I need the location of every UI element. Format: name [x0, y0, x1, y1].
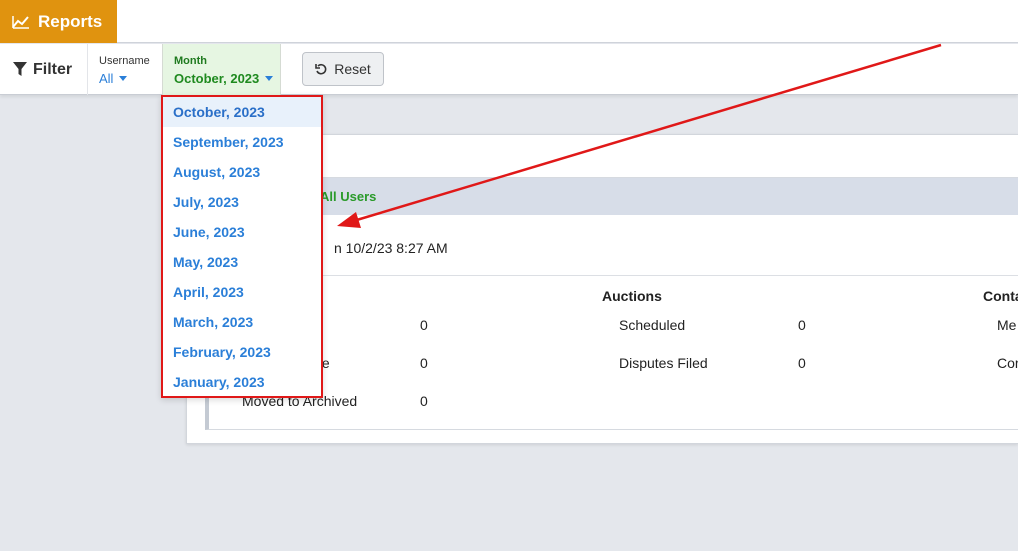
undo-icon — [315, 63, 327, 75]
username-filter[interactable]: Username All — [88, 44, 161, 95]
stat-label: Disputes Filed — [619, 355, 708, 371]
stat-value: 0 — [798, 355, 806, 371]
month-value[interactable]: October, 2023 — [174, 71, 280, 86]
auctions-heading: Auctions — [602, 288, 662, 304]
month-option[interactable]: April, 2023 — [163, 277, 321, 307]
chevron-down-icon — [265, 76, 274, 81]
top-bar: Reports — [0, 0, 1018, 43]
chart-line-icon — [12, 15, 29, 29]
reset-button[interactable]: Reset — [302, 52, 384, 86]
filter-label: Filter — [0, 44, 88, 95]
stat-value: 0 — [798, 317, 806, 333]
month-option[interactable]: September, 2023 — [163, 127, 321, 157]
report-panel: All Users n 10/2/23 8:27 AM Auctions Con… — [205, 177, 1018, 430]
month-option[interactable]: August, 2023 — [163, 157, 321, 187]
chevron-down-icon — [119, 76, 128, 81]
app-title: Reports — [38, 11, 103, 31]
username-caption: Username — [99, 55, 150, 67]
stat-value: 0 — [420, 355, 428, 371]
report-scope: All Users — [320, 189, 377, 204]
stat-label: Me — [997, 317, 1017, 333]
funnel-icon — [13, 62, 27, 76]
username-value[interactable]: All — [99, 71, 161, 86]
month-option[interactable]: January, 2023 — [163, 367, 321, 397]
stat-value: 0 — [420, 393, 428, 409]
contacts-heading: Conta — [983, 288, 1018, 304]
month-dropdown: October, 2023 September, 2023 August, 20… — [161, 95, 323, 398]
stat-value: 0 — [420, 317, 428, 333]
username-value-text: All — [99, 71, 114, 86]
filter-bar: Filter Username All Month October, 2023 … — [0, 44, 1018, 95]
month-option[interactable]: June, 2023 — [163, 217, 321, 247]
reset-label: Reset — [334, 61, 371, 77]
month-option[interactable]: October, 2023 — [163, 97, 321, 127]
month-option[interactable]: July, 2023 — [163, 187, 321, 217]
month-option[interactable]: May, 2023 — [163, 247, 321, 277]
filter-label-text: Filter — [33, 60, 73, 78]
stat-label: Scheduled — [619, 317, 686, 333]
divider — [209, 275, 1018, 276]
month-caption: Month — [174, 55, 207, 67]
month-option[interactable]: March, 2023 — [163, 307, 321, 337]
report-generated-time: n 10/2/23 8:27 AM — [334, 240, 448, 256]
reports-brand[interactable]: Reports — [0, 0, 117, 43]
report-panel-header: All Users — [209, 178, 1018, 215]
month-value-text: October, 2023 — [174, 71, 260, 86]
month-option[interactable]: February, 2023 — [163, 337, 321, 367]
stat-label: Cor — [997, 355, 1018, 371]
month-filter[interactable]: Month October, 2023 — [162, 44, 281, 95]
